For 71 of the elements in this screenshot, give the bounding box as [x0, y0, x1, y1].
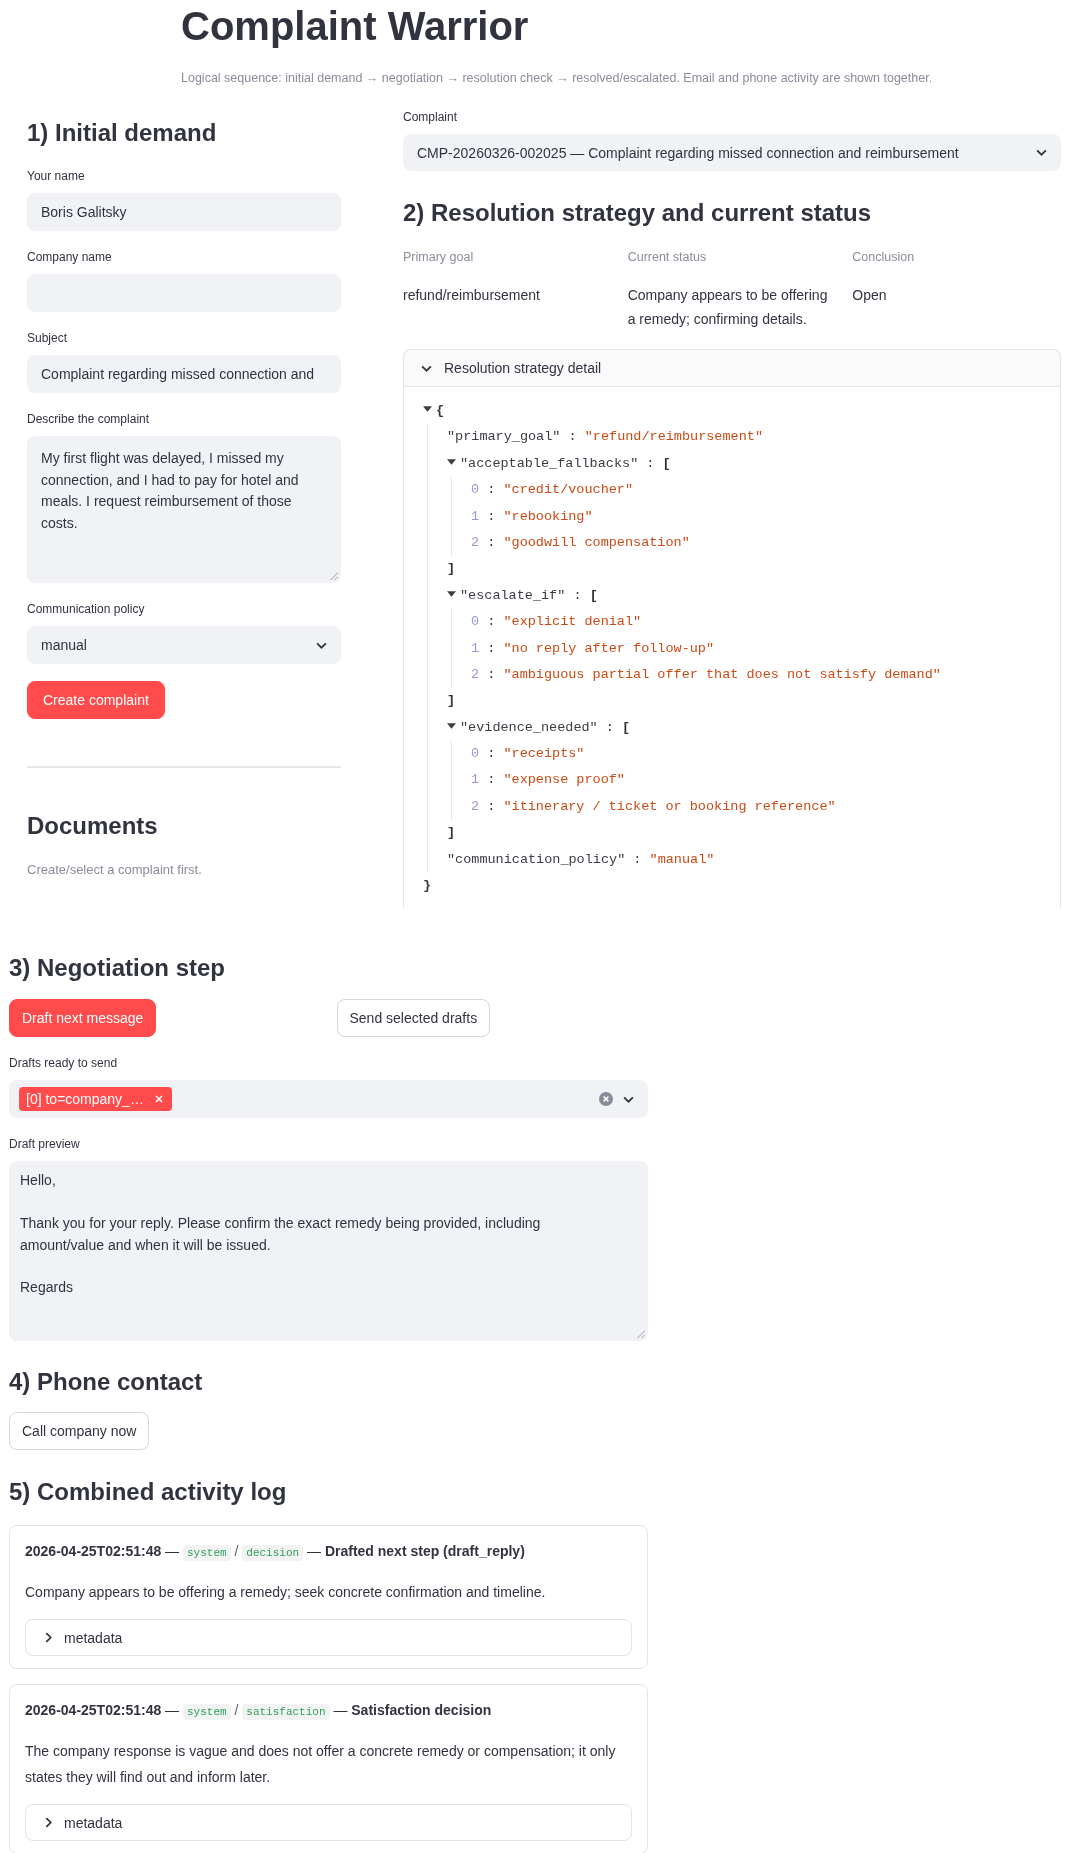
section-heading: Documents: [27, 811, 159, 841]
chevron-down-icon: [1036, 149, 1047, 156]
chevron-down-icon: [316, 641, 327, 649]
metric-value: Company appears to be offering a remedy; confirming details.: [627, 286, 829, 329]
log-entry-text: The company response is vague and does not offer a concrete remedy or compensation; it only states they will find out and inform later.: [25, 1742, 617, 1788]
json-line: 1 : "no reply after follow-up": [471, 639, 715, 658]
call-company-button[interactable]: Call company now: [9, 1412, 150, 1451]
json-line: "primary_goal" : "refund/reimbursement": [447, 428, 763, 447]
json-line: 0 : "explicit denial": [471, 613, 642, 632]
textarea-field[interactable]: Hello, Thank you for your reply. Please confirm the exact remedy being provided, including amount/value and when it will be issued. Regards: [9, 1161, 648, 1342]
resize-grip-icon: [637, 1330, 645, 1339]
json-line: 2 : "ambiguous partial offer that does not satisfy demand": [471, 665, 941, 684]
metric-label: Primary goal: [403, 249, 475, 265]
field-label: Drafts ready to send: [9, 1055, 119, 1072]
chevron-down-icon: [421, 364, 432, 372]
section-heading: 2) Resolution strategy and current status: [403, 198, 873, 228]
chevron-right-icon: [45, 1817, 52, 1829]
caret-down-icon[interactable]: [447, 722, 456, 729]
json-line: ]: [447, 692, 456, 711]
documents-note: Create/select a complaint first.: [27, 862, 203, 878]
json-line: "evidence_needed" : [: [460, 718, 631, 737]
chevron-right-icon: [45, 1632, 52, 1644]
section-heading: 3) Negotiation step: [9, 953, 226, 984]
caret-down-icon[interactable]: [447, 590, 456, 597]
metric-label: Current status: [627, 249, 708, 265]
close-icon[interactable]: [154, 1095, 163, 1104]
field-label: Draft preview: [9, 1136, 81, 1153]
field-label: Your name: [27, 168, 86, 184]
resize-grip-icon: [330, 572, 338, 580]
json-line: 2 : "goodwill compensation": [471, 533, 690, 552]
json-line: 0 : "credit/voucher": [471, 481, 634, 500]
caret-down-icon[interactable]: [423, 406, 432, 412]
json-line: {: [436, 402, 445, 420]
log-entry-text: Company appears to be offering a remedy; seek concrete confirmation and timeline.: [25, 1583, 547, 1603]
json-line: 1 : "expense proof": [471, 771, 625, 790]
close-circle-icon[interactable]: [599, 1092, 613, 1107]
log-entry-heading: 2026-04-25T02:51:48 — system / satisfaction — Satisfaction decision: [25, 1701, 493, 1723]
metric-label: Conclusion: [852, 249, 916, 265]
app-title: Complaint Warrior: [181, 3, 530, 50]
text-field[interactable]: Boris Galitsky: [27, 193, 341, 231]
json-line: "acceptable_fallbacks" : [: [460, 454, 671, 473]
json-line: }: [423, 877, 432, 896]
json-line: ]: [447, 560, 456, 579]
json-line: 2 : "itinerary / ticket or booking reference": [471, 797, 836, 816]
json-line: ]: [447, 824, 456, 843]
metric-value: Open: [852, 286, 888, 305]
section-heading: 5) Combined activity log: [9, 1477, 288, 1508]
field-label: Communication policy: [27, 601, 146, 617]
caret-down-icon[interactable]: [447, 458, 456, 465]
field-label: Subject: [27, 330, 69, 346]
expander-header[interactable]: Resolution strategy detail: [404, 350, 1060, 387]
log-entry-heading: 2026-04-25T02:51:48 — system / decision — Drafted next step (draft_reply): [25, 1542, 526, 1564]
section-heading: 4) Phone contact: [9, 1367, 204, 1398]
json-line: "escalate_if" : [: [460, 586, 598, 605]
section-heading: 1) Initial demand: [27, 118, 218, 148]
action-button[interactable]: Send selected drafts: [336, 999, 491, 1038]
chevron-down-icon[interactable]: [623, 1095, 634, 1103]
metadata-expander[interactable]: metadata: [25, 1804, 632, 1842]
field-label: Describe the complaint: [27, 411, 151, 427]
select-field[interactable]: CMP-20260326-002025 — Complaint regarding missed connection and reimbursement: [403, 134, 1061, 171]
field-label: Complaint: [403, 109, 459, 125]
json-line: 1 : "rebooking": [471, 507, 593, 526]
json-line: 0 : "receipts": [471, 745, 585, 764]
select-field[interactable]: manual: [27, 626, 341, 664]
metadata-expander[interactable]: metadata: [25, 1619, 632, 1657]
metric-value: refund/reimbursement: [403, 286, 541, 305]
json-line: "communication_policy" : "manual": [447, 850, 715, 869]
text-field[interactable]: Complaint regarding missed connection and: [27, 355, 341, 393]
textarea-field[interactable]: My first flight was delayed, I missed my connection, and I had to pay for hotel and meals. I request reimbursement of those costs.: [27, 436, 341, 583]
field-label: Company name: [27, 249, 113, 265]
app-subtitle: Logical sequence: initial demand → negotiation → resolution check → resolved/escalated. Email and phone activity are shown together.: [181, 70, 934, 86]
